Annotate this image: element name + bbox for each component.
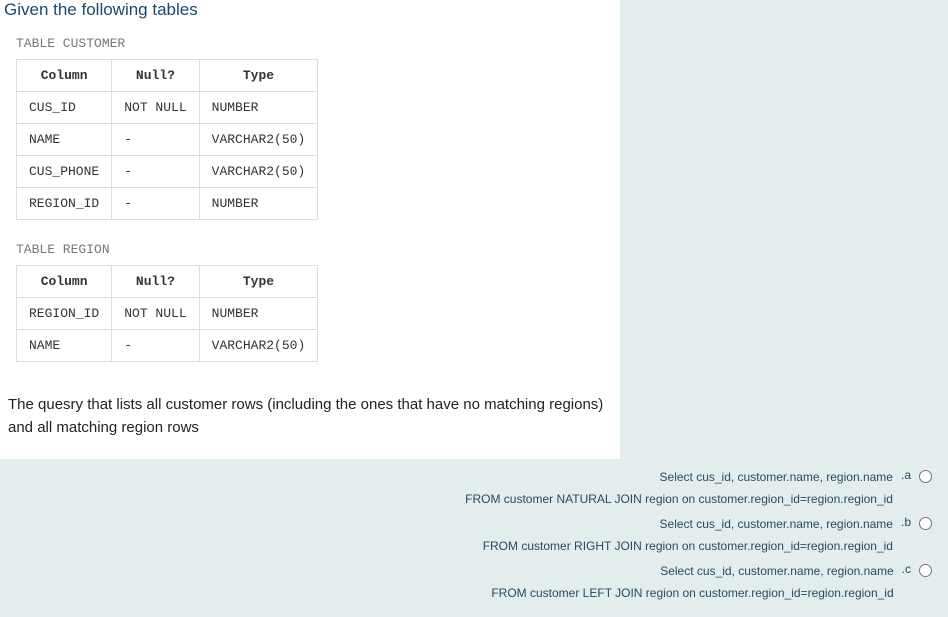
answer-line: FROM customer RIGHT JOIN region on custo… bbox=[483, 539, 893, 553]
cell: CUS_PHONE bbox=[17, 156, 112, 188]
table-row: NAME - VARCHAR2(50) bbox=[17, 124, 318, 156]
table-row: NAME - VARCHAR2(50) bbox=[17, 330, 318, 362]
cell: - bbox=[112, 124, 199, 156]
answer-option-a[interactable]: Select cus_id, customer.name, region.nam… bbox=[8, 467, 932, 510]
cell: NOT NULL bbox=[112, 92, 199, 124]
table2-title: TABLE REGION bbox=[0, 234, 620, 265]
cell: NUMBER bbox=[199, 92, 318, 124]
table-row: REGION_ID NOT NULL NUMBER bbox=[17, 298, 318, 330]
cell: CUS_ID bbox=[17, 92, 112, 124]
question-heading: Given the following tables bbox=[0, 0, 620, 28]
answer-text: Select cus_id, customer.name, region.nam… bbox=[465, 467, 893, 510]
answer-line: Select cus_id, customer.name, region.nam… bbox=[660, 517, 893, 531]
answer-letter: .b bbox=[901, 514, 911, 529]
answer-line: Select cus_id, customer.name, region.nam… bbox=[660, 564, 893, 578]
cell: NUMBER bbox=[199, 188, 318, 220]
region-table: Column Null? Type REGION_ID NOT NULL NUM… bbox=[16, 265, 318, 362]
answer-line: FROM customer LEFT JOIN region on custom… bbox=[491, 586, 893, 600]
cell: NUMBER bbox=[199, 298, 318, 330]
cell: NAME bbox=[17, 124, 112, 156]
answer-letter: .a bbox=[901, 467, 911, 482]
answer-letter: .c bbox=[902, 561, 911, 576]
table-row: CUS_PHONE - VARCHAR2(50) bbox=[17, 156, 318, 188]
col-header: Type bbox=[199, 60, 318, 92]
answer-text: Select cus_id, customer.name, region.nam… bbox=[491, 561, 893, 604]
col-header: Column bbox=[17, 60, 112, 92]
table-row: REGION_ID - NUMBER bbox=[17, 188, 318, 220]
cell: - bbox=[112, 188, 199, 220]
answer-option-c[interactable]: Select cus_id, customer.name, region.nam… bbox=[8, 561, 932, 604]
answer-radio-c[interactable] bbox=[919, 564, 932, 577]
cell: - bbox=[112, 156, 199, 188]
answer-text: Select cus_id, customer.name, region.nam… bbox=[483, 514, 893, 557]
answer-radio-a[interactable] bbox=[919, 470, 932, 483]
answer-line: Select cus_id, customer.name, region.nam… bbox=[660, 470, 893, 484]
cell: NAME bbox=[17, 330, 112, 362]
question-text: The quesry that lists all customer rows … bbox=[0, 376, 620, 459]
table-header-row: Column Null? Type bbox=[17, 60, 318, 92]
answer-option-b[interactable]: Select cus_id, customer.name, region.nam… bbox=[8, 514, 932, 557]
customer-table: Column Null? Type CUS_ID NOT NULL NUMBER… bbox=[16, 59, 318, 220]
answers-area: Select cus_id, customer.name, region.nam… bbox=[0, 459, 948, 617]
cell: VARCHAR2(50) bbox=[199, 124, 318, 156]
col-header: Column bbox=[17, 266, 112, 298]
question-body-panel: Given the following tables TABLE CUSTOME… bbox=[0, 0, 620, 459]
cell: NOT NULL bbox=[112, 298, 199, 330]
cell: - bbox=[112, 330, 199, 362]
col-header: Null? bbox=[112, 60, 199, 92]
answer-radio-b[interactable] bbox=[919, 517, 932, 530]
col-header: Null? bbox=[112, 266, 199, 298]
answer-line: FROM customer NATURAL JOIN region on cus… bbox=[465, 492, 893, 506]
table-row: CUS_ID NOT NULL NUMBER bbox=[17, 92, 318, 124]
cell: VARCHAR2(50) bbox=[199, 330, 318, 362]
table1-title: TABLE CUSTOMER bbox=[0, 28, 620, 59]
cell: REGION_ID bbox=[17, 298, 112, 330]
col-header: Type bbox=[199, 266, 318, 298]
cell: VARCHAR2(50) bbox=[199, 156, 318, 188]
table-header-row: Column Null? Type bbox=[17, 266, 318, 298]
cell: REGION_ID bbox=[17, 188, 112, 220]
